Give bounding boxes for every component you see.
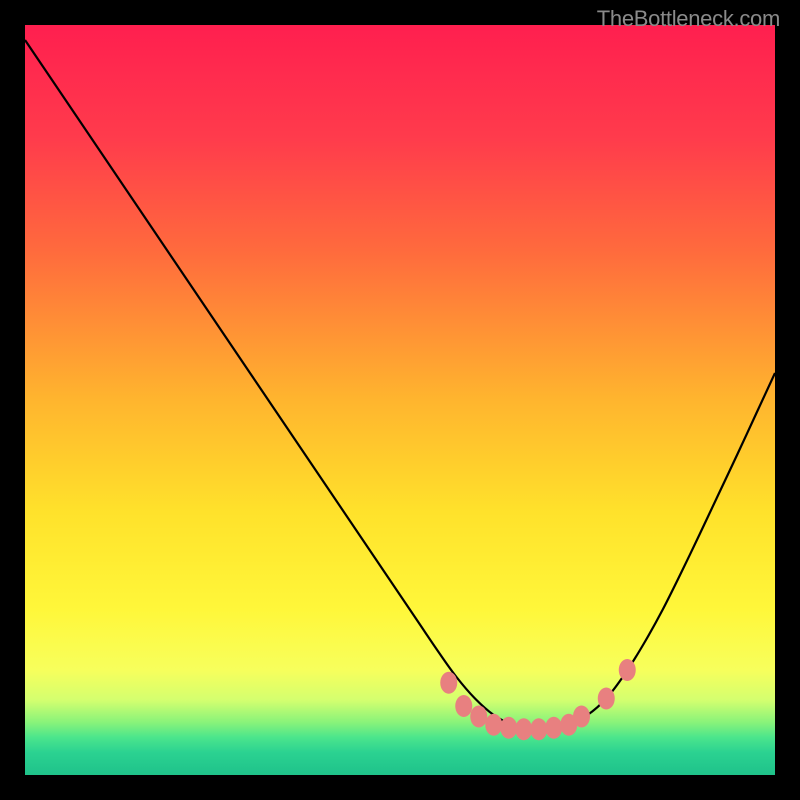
bottleneck-chart [25, 25, 775, 775]
gradient-background [25, 25, 775, 775]
plot-area [25, 25, 775, 775]
watermark-text: TheBottleneck.com [597, 6, 780, 32]
curve-marker-point [530, 718, 547, 740]
curve-marker-point [440, 672, 457, 694]
curve-marker-point [573, 706, 590, 728]
curve-marker-point [619, 659, 636, 681]
curve-marker-point [500, 717, 517, 739]
chart-frame: TheBottleneck.com [0, 0, 800, 800]
curve-marker-point [598, 688, 615, 710]
curve-marker-point [455, 695, 472, 717]
curve-marker-point [515, 718, 532, 740]
curve-marker-point [485, 714, 502, 736]
curve-marker-point [470, 706, 487, 728]
curve-marker-point [545, 717, 562, 739]
